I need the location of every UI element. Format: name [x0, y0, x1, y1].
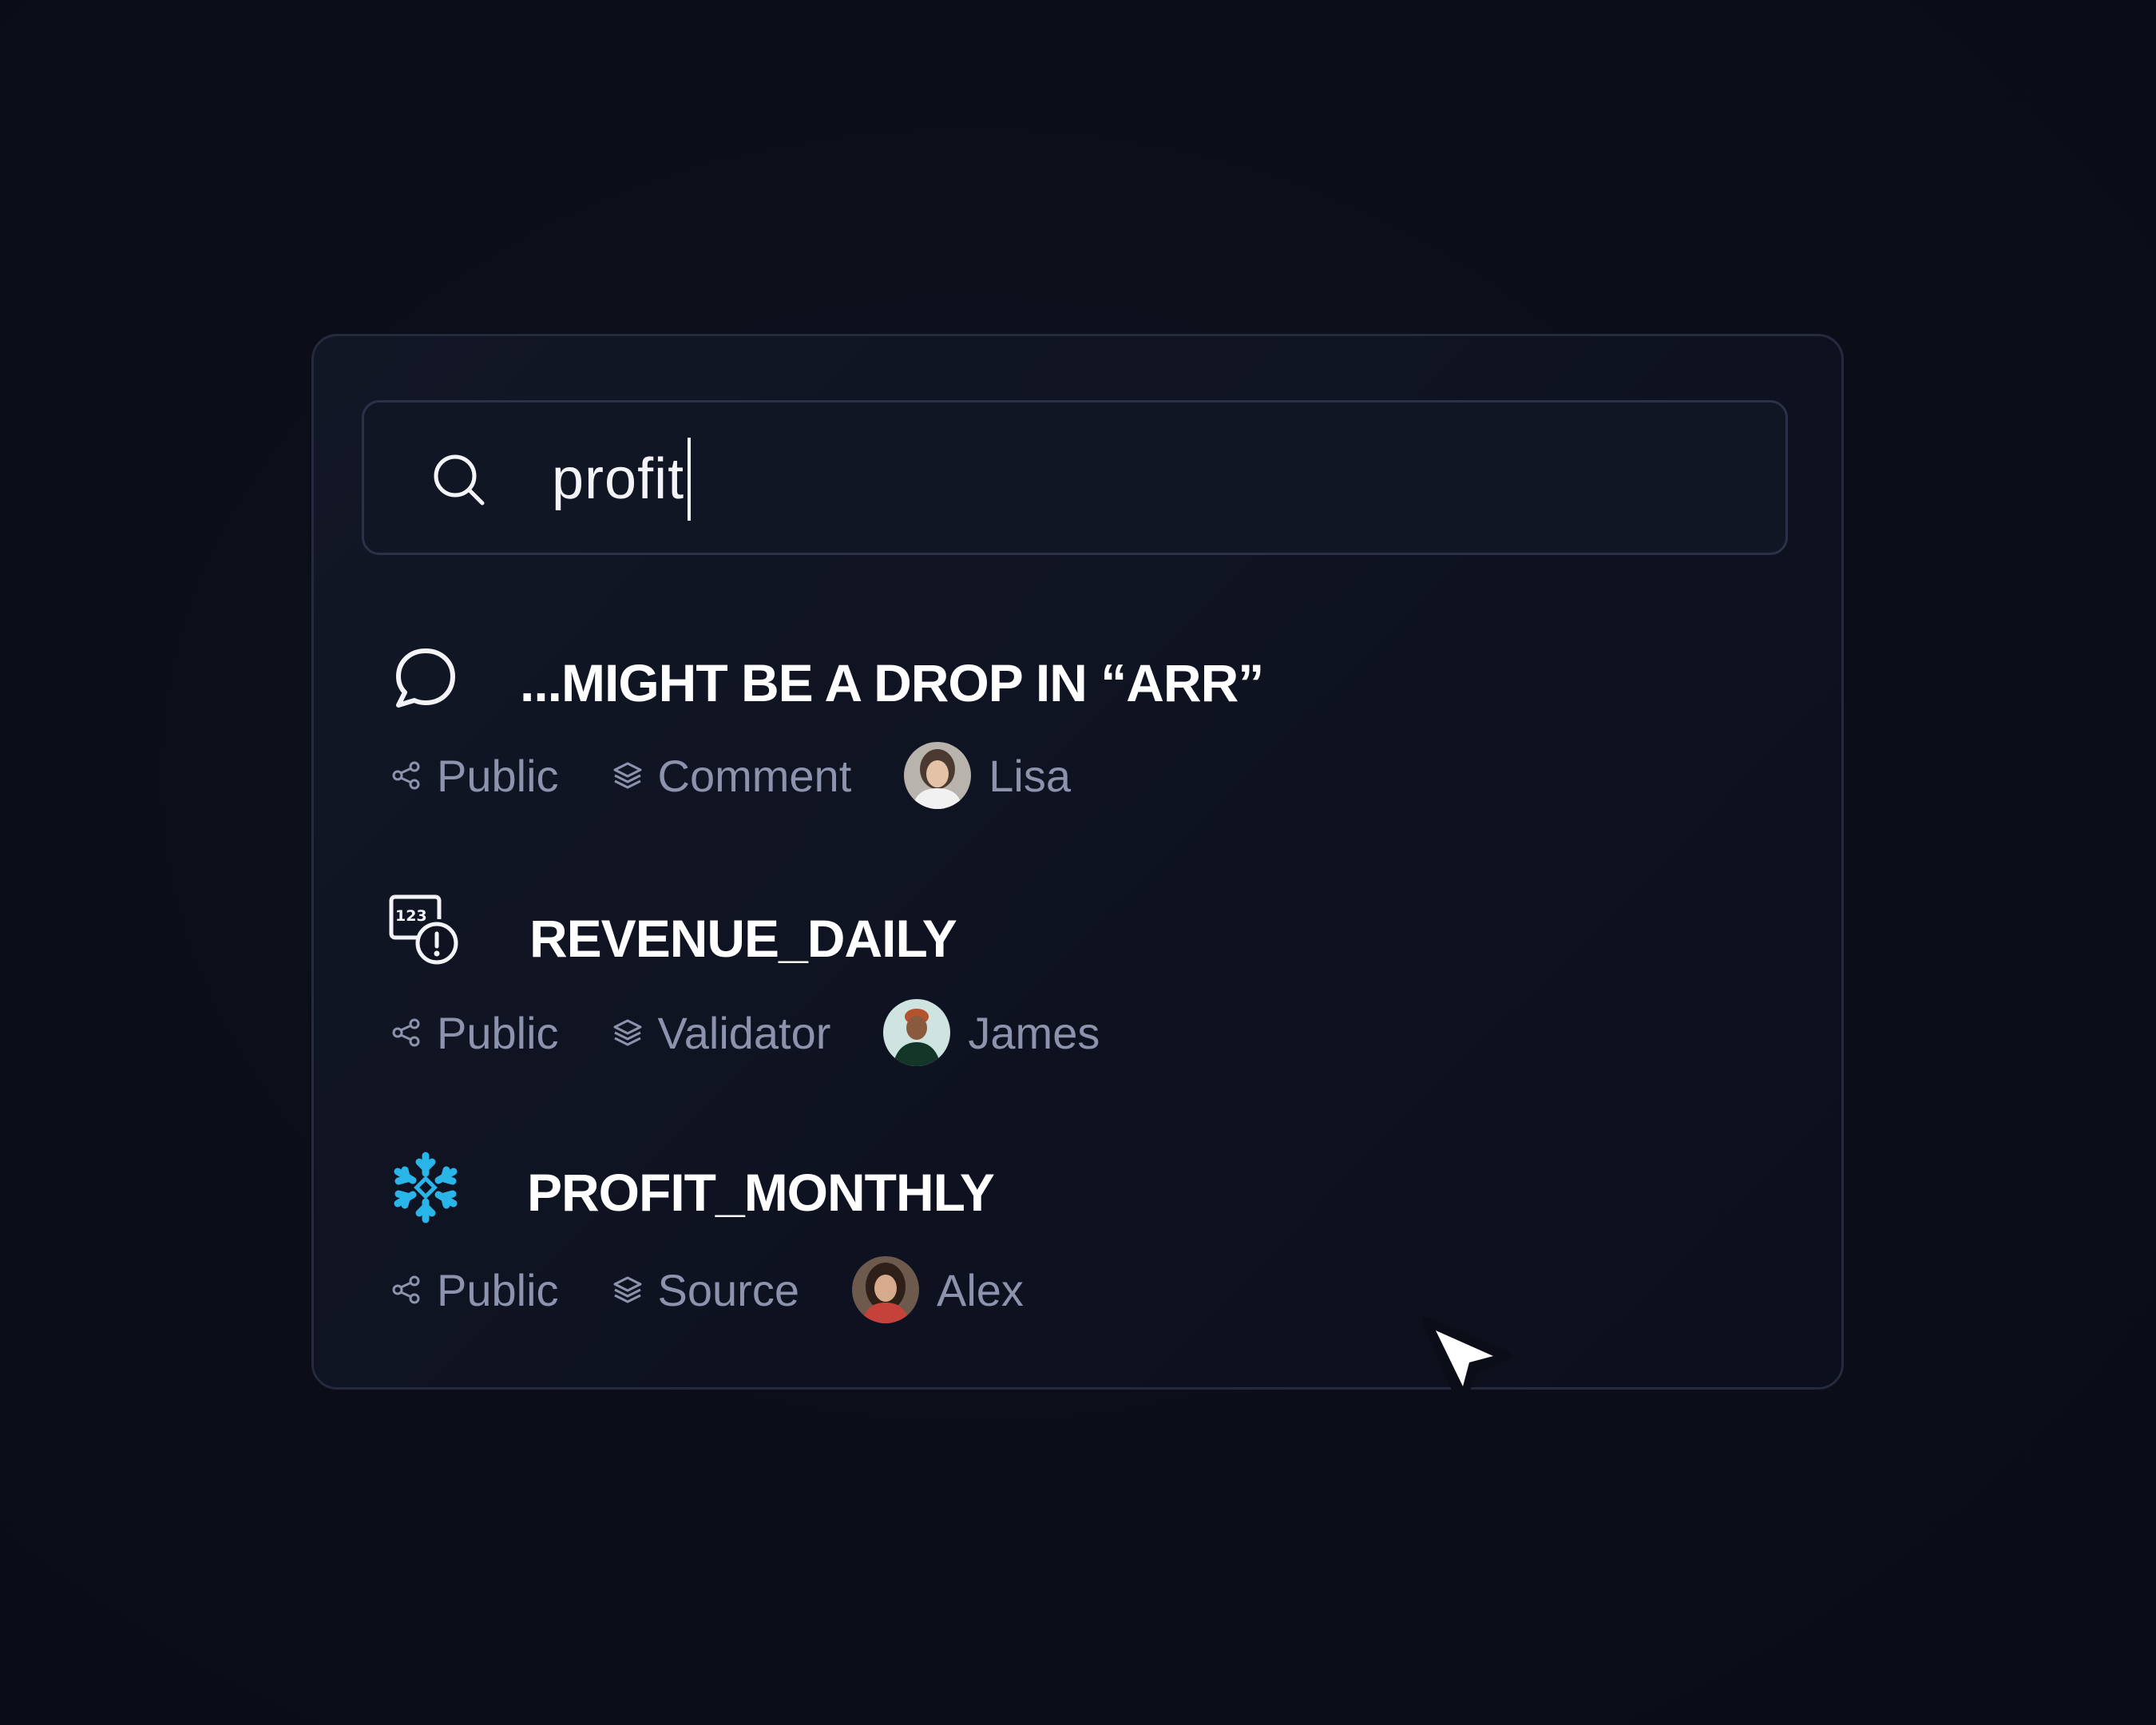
search-query-text: profit	[552, 438, 692, 521]
validator-icon: 123	[389, 894, 458, 965]
search-query-value: profit	[552, 447, 685, 511]
result-meta: Public Validator James	[390, 999, 1100, 1066]
text-caret	[688, 438, 692, 521]
type-label: Validator	[657, 1007, 831, 1058]
avatar	[851, 1256, 919, 1323]
avatar	[883, 999, 951, 1066]
result-title: PROFIT_MONTHLY	[527, 1163, 995, 1222]
owner-name: Alex	[936, 1264, 1024, 1315]
result-title: ...MIGHT BE A DROP IN “ARR”	[520, 653, 1264, 712]
layers-icon	[613, 1276, 642, 1303]
type-label: Comment	[657, 750, 852, 801]
result-meta: Public Comment Lisa	[390, 742, 1071, 809]
visibility-label: Public	[437, 750, 559, 801]
search-panel: profit ...MIGHT BE A DROP IN “ARR” Publi…	[311, 334, 1844, 1390]
search-icon	[434, 454, 485, 506]
type-label: Source	[657, 1264, 799, 1315]
owner-name: Lisa	[989, 750, 1071, 801]
mouse-pointer-icon	[1422, 1317, 1512, 1406]
result-item-source[interactable]: PROFIT_MONTHLY Public Source Alex	[314, 1143, 1841, 1334]
result-item-validator[interactable]: 123 REVENUE_DAILY Public Validator James	[314, 887, 1841, 1079]
canvas: profit ...MIGHT BE A DROP IN “ARR” Publi…	[0, 0, 2156, 1725]
visibility-label: Public	[437, 1264, 559, 1315]
avatar	[904, 742, 972, 809]
svg-text:123: 123	[395, 907, 427, 925]
result-meta: Public Source Alex	[390, 1256, 1024, 1323]
owner-name: James	[968, 1007, 1100, 1058]
comment-bubble-icon	[396, 648, 455, 708]
share-icon	[392, 1018, 420, 1047]
share-icon	[392, 1275, 420, 1304]
share-icon	[392, 761, 420, 790]
layers-icon	[613, 1019, 642, 1046]
search-input[interactable]: profit	[362, 400, 1788, 555]
layers-icon	[613, 762, 642, 789]
result-item-comment[interactable]: ...MIGHT BE A DROP IN “ARR” Public Comme…	[314, 632, 1841, 823]
result-title: REVENUE_DAILY	[529, 909, 957, 968]
visibility-label: Public	[437, 1007, 559, 1058]
snowflake-icon	[394, 1152, 458, 1223]
